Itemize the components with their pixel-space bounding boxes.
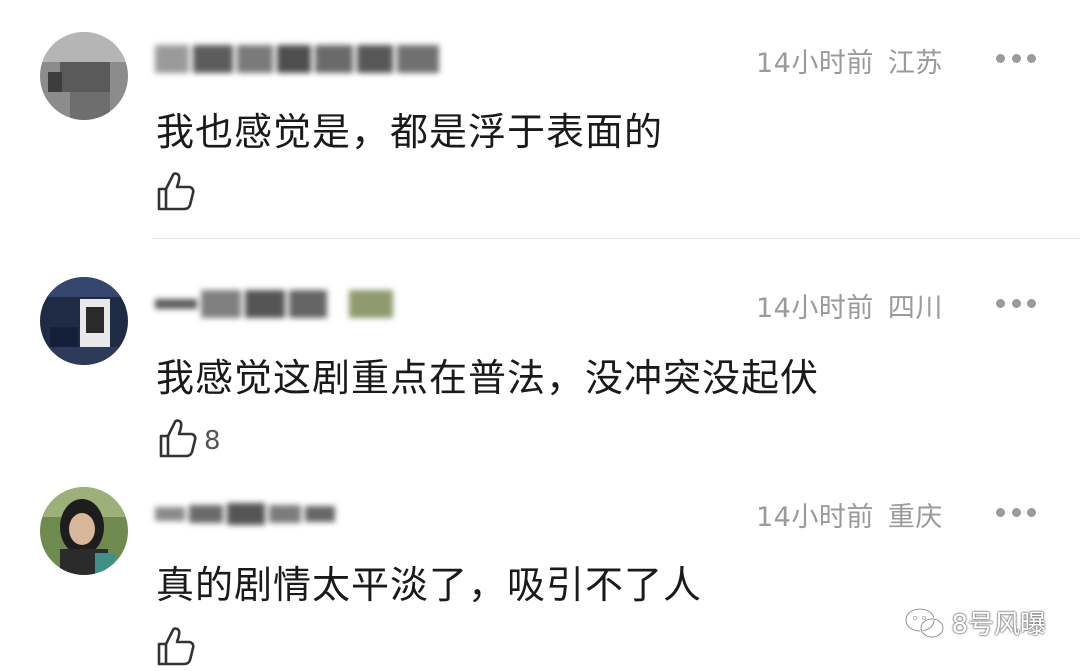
like-button[interactable] <box>156 170 202 212</box>
comment-meta: 14小时前 江苏 <box>756 41 943 80</box>
more-dots-icon[interactable] <box>996 505 1036 519</box>
thumbs-up-icon <box>159 419 197 458</box>
comment-meta: 14小时前 重庆 <box>756 495 943 534</box>
comment-time: 14小时前 <box>756 48 874 79</box>
comment-location: 江苏 <box>887 48 943 79</box>
comment-time: 14小时前 <box>756 293 874 324</box>
divider <box>152 238 1080 239</box>
more-dots-icon[interactable] <box>996 51 1036 65</box>
comment-text: 我也感觉是，都是浮于表面的 <box>156 110 664 154</box>
thumbs-up-icon <box>157 627 195 666</box>
comment-text: 真的剧情太平淡了，吸引不了人 <box>156 563 703 607</box>
like-button[interactable] <box>156 625 202 667</box>
comment-location: 重庆 <box>887 502 943 533</box>
more-dots-icon[interactable] <box>996 296 1036 310</box>
avatar[interactable] <box>40 277 128 365</box>
watermark-text: 8号风曝 <box>951 610 1046 640</box>
avatar[interactable] <box>40 487 128 575</box>
like-button[interactable]: 8 <box>158 417 221 459</box>
username-blurred[interactable] <box>155 495 335 533</box>
username-blurred[interactable] <box>155 285 395 323</box>
comment-time: 14小时前 <box>756 502 874 533</box>
watermark: 8号风曝 <box>903 604 1046 641</box>
comment-meta: 14小时前 四川 <box>756 286 943 325</box>
username-blurred[interactable] <box>155 40 450 78</box>
comment-text: 我感觉这剧重点在普法，没冲突没起伏 <box>156 356 820 400</box>
avatar[interactable] <box>40 32 128 120</box>
comment-location: 四川 <box>887 293 943 324</box>
like-count: 8 <box>204 426 221 456</box>
wechat-icon <box>905 607 945 638</box>
comment-list: 14小时前 江苏 我也感觉是，都是浮于表面的 14小时前 四川 我感觉这剧重点在… <box>0 0 1080 671</box>
thumbs-up-icon <box>157 172 195 211</box>
